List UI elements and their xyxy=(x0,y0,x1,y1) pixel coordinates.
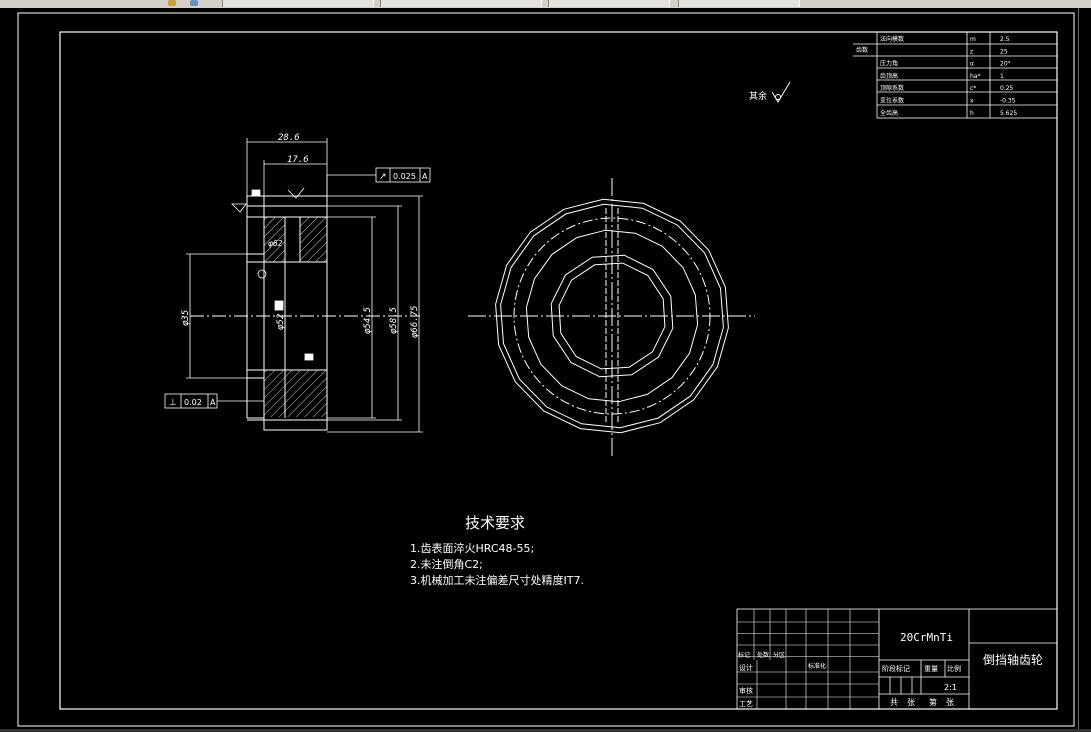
param-side-label: 齿数 xyxy=(856,46,868,54)
tb-label-design: 设计 xyxy=(739,663,753,672)
tech-item-3: 3.机械加工未注偏差尺寸处精度IT7. xyxy=(410,573,584,587)
dim-phi62: φ62 xyxy=(268,239,283,248)
tech-title: 技术要求 xyxy=(465,514,525,532)
scale-label: 比例 xyxy=(947,664,961,673)
tb-label-mark: 标记 xyxy=(738,651,750,659)
tb-label-process: 工艺 xyxy=(739,700,753,708)
param-value: 0.25 xyxy=(1000,85,1014,92)
runout-value: 0.025 xyxy=(393,172,416,181)
perp-symbol: ⊥ xyxy=(169,398,177,408)
section-view xyxy=(190,195,420,431)
param-symbol: z xyxy=(970,48,973,55)
param-symbol: α xyxy=(970,61,974,68)
param-symbol: x xyxy=(970,98,974,105)
param-symbol: m xyxy=(970,36,976,43)
param-name: 压力角 xyxy=(880,60,898,68)
param-symbol: h xyxy=(970,110,974,117)
datum-markers xyxy=(231,187,314,361)
perp-datum: A xyxy=(210,398,216,407)
param-name: 顶隙系数 xyxy=(880,84,904,92)
roughness-note: 其余 xyxy=(749,90,767,102)
tb-label-zone: 分区 xyxy=(773,651,785,659)
param-value: 20° xyxy=(1000,61,1011,68)
tech-item-2: 2.未注倒角C2; xyxy=(410,557,483,571)
drawing-canvas[interactable]: 齿数 法向模数 m 2.5 z 25 压力角 α 20° 齿顶高 ha* 1 顶隙系数 c* 0.25 变位… xyxy=(0,0,1091,732)
param-name: 法向模数 xyxy=(880,35,904,43)
runout-datum: A xyxy=(422,172,428,181)
material-label: 20CrMnTi xyxy=(900,631,953,644)
param-symbol: ha* xyxy=(970,73,980,80)
sheet-index-label: 第 xyxy=(929,697,937,707)
param-value: 25 xyxy=(1000,48,1008,55)
tb-label-count: 处数 xyxy=(757,651,769,659)
tb-label-review: 审核 xyxy=(739,686,753,695)
param-name: 全齿高 xyxy=(880,109,898,117)
dim-phi54-5: φ54.5 xyxy=(363,307,373,334)
scale-value: 2:1 xyxy=(944,683,957,692)
title-block-grid xyxy=(737,609,879,709)
param-value: 2.5 xyxy=(1000,36,1010,43)
runout-symbol: ↗ xyxy=(379,172,387,182)
sheet-index-unit: 张 xyxy=(946,698,954,707)
tech-item-1: 1.齿表面淬火HRC48-55; xyxy=(410,541,534,555)
dim-phi66-75: φ66.75 xyxy=(410,305,420,338)
dim-phi58-5: φ58.5 xyxy=(389,307,399,334)
param-rows: 法向模数 m 2.5 z 25 压力角 α 20° 齿顶高 ha* 1 顶隙系数 c* 0.25 变位系数 x… xyxy=(880,35,1017,117)
dim-28-6: 28.6 xyxy=(278,133,300,143)
stage-label: 阶段标记 xyxy=(882,664,910,673)
tb-label-standard: 标准化 xyxy=(808,662,826,670)
param-name: 变位系数 xyxy=(880,97,904,105)
sheet-total-label: 共 xyxy=(890,698,898,707)
param-value: 1 xyxy=(1000,73,1004,80)
param-value: 5.625 xyxy=(1000,110,1017,117)
perp-value: 0.02 xyxy=(184,398,202,407)
inner-frame xyxy=(59,31,1058,710)
part-name: 倒挡轴齿轮 xyxy=(983,652,1043,667)
roughness-symbol xyxy=(771,81,791,103)
param-value: -0.35 xyxy=(1000,98,1016,105)
dim-17-6: 17.6 xyxy=(287,155,309,165)
sheet-total-unit: 张 xyxy=(907,698,915,707)
dim-phi35: φ35 xyxy=(181,310,191,326)
param-name: 齿顶高 xyxy=(880,72,898,80)
weight-label: 重量 xyxy=(924,665,938,673)
dim-phi52: φ52 xyxy=(276,314,286,330)
param-symbol: c* xyxy=(970,85,976,92)
gear-front-view xyxy=(468,178,755,458)
